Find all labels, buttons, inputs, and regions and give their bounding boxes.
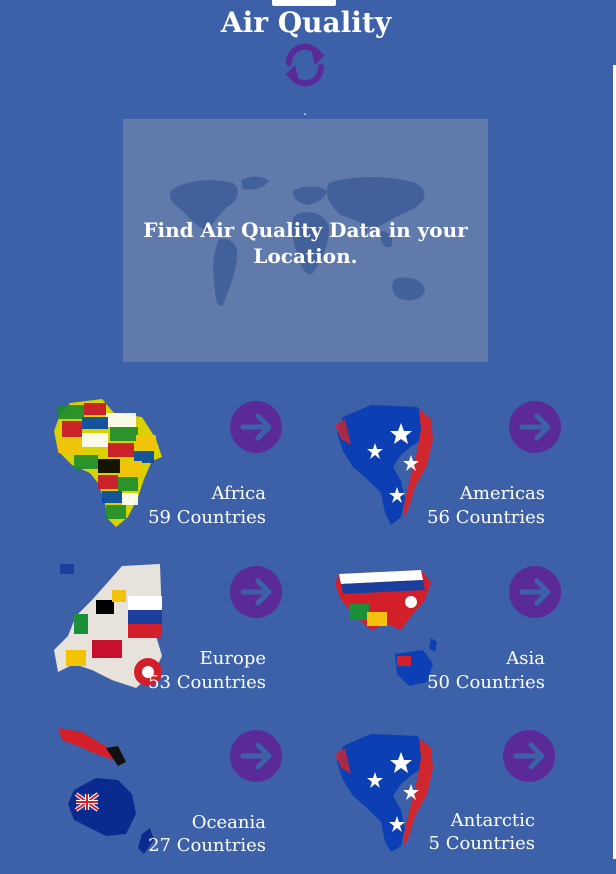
find-location-banner[interactable]: Find Air Quality Data in your Location. — [123, 119, 488, 362]
americas-flag-map-icon — [335, 405, 433, 525]
region-name: Africa — [211, 483, 266, 504]
region-card-africa[interactable]: Africa 59 Countries — [52, 395, 292, 545]
region-card-europe[interactable]: Europe 53 Countries — [52, 560, 292, 710]
antarctic-flag-map-icon — [335, 734, 433, 852]
oceania-flag-map-icon — [58, 728, 154, 854]
arrow-right-circle-icon[interactable] — [230, 566, 282, 618]
refresh-button[interactable] — [281, 41, 329, 89]
region-name: Antarctic — [450, 810, 535, 831]
region-count: 53 Countries — [148, 672, 266, 693]
region-card-americas[interactable]: Americas 56 Countries — [331, 395, 571, 545]
region-card-asia[interactable]: Asia 50 Countries — [331, 560, 571, 710]
arrow-right-circle-icon[interactable] — [230, 401, 282, 453]
refresh-icon — [285, 43, 325, 87]
europe-flag-map-icon — [54, 564, 162, 688]
region-count: 59 Countries — [148, 507, 266, 528]
region-name: Asia — [506, 648, 545, 669]
page-title: Air Quality — [220, 6, 392, 39]
status-text: . — [303, 104, 307, 118]
arrow-right-circle-icon[interactable] — [503, 730, 555, 782]
region-card-oceania[interactable]: Oceania 27 Countries — [52, 724, 292, 874]
region-name: Americas — [459, 483, 545, 504]
region-name: Europe — [199, 648, 266, 669]
region-card-antarctic[interactable]: Antarctic 5 Countries — [331, 724, 571, 874]
arrow-right-circle-icon[interactable] — [230, 730, 282, 782]
hero-text: Find Air Quality Data in your Location. — [143, 218, 468, 268]
region-count: 5 Countries — [428, 833, 535, 854]
arrow-right-circle-icon[interactable] — [509, 401, 561, 453]
region-count: 27 Countries — [148, 835, 266, 856]
asia-flag-map-icon — [335, 570, 437, 686]
arrow-right-circle-icon[interactable] — [509, 566, 561, 618]
region-count: 56 Countries — [427, 507, 545, 528]
region-name: Oceania — [191, 812, 266, 833]
region-count: 50 Countries — [427, 672, 545, 693]
